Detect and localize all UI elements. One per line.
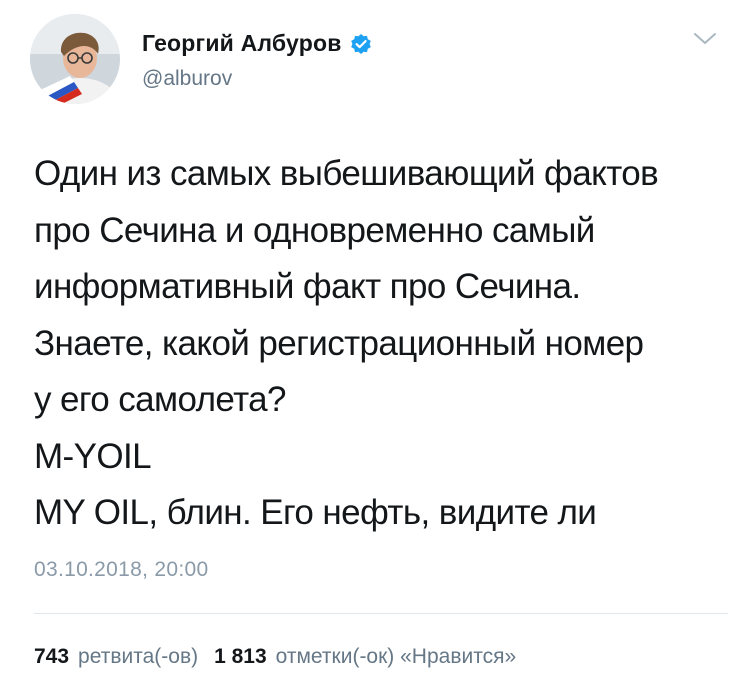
chevron-down-icon[interactable] [692,30,718,48]
tweet-text-line: у его самолета? [34,380,287,419]
tweet-text-line: MY OIL, блин. Его нефть, видите ли [34,493,597,532]
likes-stat[interactable]: 1 813 отметки(-ок) «Нравится» [214,645,516,669]
retweets-count: 743 [34,645,70,668]
divider [34,613,728,614]
likes-count: 1 813 [214,645,267,668]
tweet-text: Один из самых выбешивающий фактов про Се… [34,146,734,542]
tweet-text-line: M-YOIL [34,436,152,476]
retweets-label: ретвита(-ов) [78,645,199,668]
tweet-text-line: про Сечина и одновременно самый [34,210,595,250]
tweet-text-line: Знаете, какой регистрационный номер [34,323,644,363]
display-name-row: Георгий Албуров [142,30,372,57]
tweet-timestamp[interactable]: 03.10.2018, 20:00 [34,558,208,582]
tweet-text-line: информативный факт про Сечина. [34,267,581,306]
tweet-header: Георгий Албуров @alburov [30,14,372,104]
avatar-photo [30,14,120,104]
author-handle[interactable]: @alburov [142,67,372,91]
avatar[interactable] [30,14,120,104]
tweet-text-line: Один из самых выбешивающий фактов [34,154,659,193]
likes-label: отметки(-ок) «Нравится» [275,645,517,668]
tweet: Георгий Албуров @alburov Один из самых в… [0,0,750,693]
verified-badge-icon [350,33,372,55]
retweets-stat[interactable]: 743 ретвита(-ов) [34,645,198,669]
display-name[interactable]: Георгий Албуров [142,30,342,57]
tweet-stats: 743 ретвита(-ов) 1 813 отметки(-ок) «Нрави… [34,645,516,669]
author-names: Георгий Албуров @alburov [142,14,372,91]
